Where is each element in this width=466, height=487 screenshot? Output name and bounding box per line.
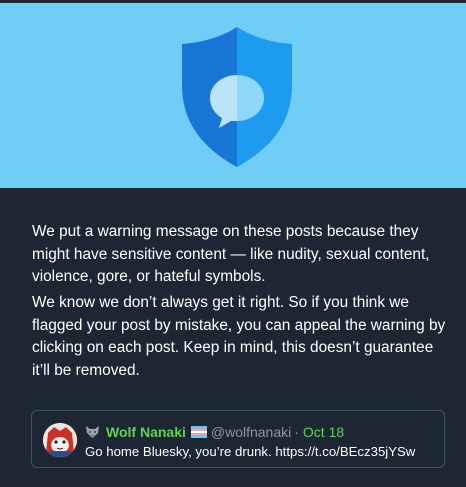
post-text: Go home Bluesky, you’re drunk. https://t… xyxy=(85,444,416,459)
post-header: Wolf Nanaki @wolfnanaki · Oct 18 xyxy=(85,423,344,441)
hero-banner xyxy=(0,3,466,188)
wolf-icon xyxy=(86,426,99,438)
author-display-name[interactable]: Wolf Nanaki xyxy=(106,424,186,440)
explanation-paragraph-2: We know we don’t always get it right. So… xyxy=(32,294,446,379)
explanation-paragraph-1: We put a warning message on these posts … xyxy=(32,223,430,285)
post-date[interactable]: Oct 18 xyxy=(303,424,344,440)
separator-dot: · xyxy=(294,424,299,440)
shield-chat-icon xyxy=(182,27,292,167)
flagged-post-card[interactable]: Wolf Nanaki @wolfnanaki · Oct 18 Go home B… xyxy=(31,410,445,468)
warning-explanation: We put a warning message on these posts … xyxy=(0,188,466,487)
transgender-flag-icon xyxy=(190,426,207,438)
author-handle[interactable]: @wolfnanaki xyxy=(211,424,291,440)
avatar[interactable] xyxy=(43,423,77,457)
wolf-avatar-icon xyxy=(43,423,77,457)
